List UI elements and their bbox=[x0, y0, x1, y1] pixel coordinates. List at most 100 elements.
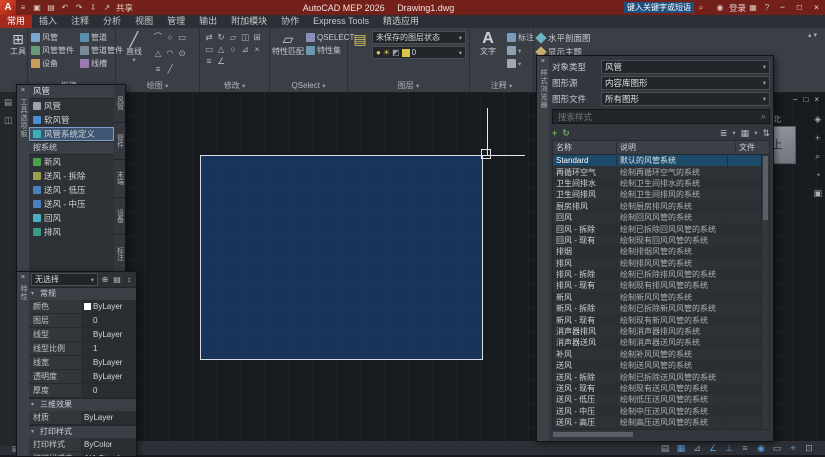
modify-tool-icon[interactable]: ∠ bbox=[215, 55, 227, 67]
system-tool-item[interactable]: 送风 - 拆除 bbox=[29, 169, 114, 183]
build-tool-button[interactable]: 设备 bbox=[31, 57, 74, 70]
回风 - 现有[interactable]: 回风 - 现有 绘制现有回风风管的系统 bbox=[553, 234, 761, 247]
by-system-section-header[interactable]: 按系统 bbox=[29, 141, 114, 155]
draw-tool-icon[interactable]: ⌒ bbox=[152, 31, 164, 43]
signin-label[interactable]: 登录 bbox=[729, 2, 746, 14]
modify-tool-icon[interactable]: ⊿ bbox=[239, 43, 251, 55]
save-icon[interactable]: ▣ bbox=[30, 0, 44, 15]
qselect-panel-label[interactable]: QSelect ▾ bbox=[270, 80, 347, 92]
open-icon[interactable]: ▤ bbox=[44, 0, 58, 15]
ribbon-tab[interactable]: 精选应用 bbox=[376, 15, 426, 28]
column-file[interactable]: 文件 bbox=[736, 142, 769, 153]
osnap-toggle-icon[interactable]: ⊥ bbox=[721, 443, 737, 454]
doc-minimize-button[interactable]: − bbox=[793, 95, 798, 104]
vertical-scrollbar[interactable] bbox=[761, 155, 769, 429]
system-tool-item[interactable]: 新风 bbox=[29, 155, 114, 169]
排烟[interactable]: 排烟 绘制排烟风管的系统 bbox=[553, 246, 761, 258]
redo-icon[interactable]: ↷ bbox=[72, 0, 86, 15]
ribbon-tab[interactable]: 注释 bbox=[64, 15, 96, 28]
drawing-source-dropdown[interactable]: 内容库图形 ▾ bbox=[601, 76, 770, 90]
modify-tool-icon[interactable]: ▭ bbox=[203, 43, 215, 55]
scrollbar-thumb[interactable] bbox=[763, 156, 768, 220]
plot-section-header[interactable]: 打印样式 bbox=[29, 425, 136, 438]
tool-palette-item[interactable]: 风管系统定义 bbox=[29, 127, 114, 141]
close-button[interactable]: × bbox=[808, 0, 825, 15]
general-section-header[interactable]: 常规 bbox=[29, 287, 136, 300]
property-row[interactable]: 图层 0 bbox=[29, 314, 136, 328]
draw-tool-icon[interactable]: △ bbox=[152, 47, 164, 59]
modify-tool-icon[interactable]: ↻ bbox=[215, 31, 227, 43]
新风[interactable]: 新风 绘制新风风管的系统 bbox=[553, 291, 761, 303]
app-menu-icon[interactable]: ≡ bbox=[16, 0, 30, 15]
close-icon[interactable]: × bbox=[21, 272, 25, 282]
送风 - 拆除[interactable]: 送风 - 拆除 绘制已拆除送风风管的系统 bbox=[553, 371, 761, 383]
showmotion-icon[interactable]: ▣ bbox=[813, 188, 822, 199]
zoom-icon[interactable]: ⌕ bbox=[815, 151, 820, 162]
palette-tab[interactable]: 设备 bbox=[114, 197, 125, 236]
leader-button[interactable]: ▾ bbox=[507, 44, 534, 57]
property-row[interactable]: 线宽 ByLayer bbox=[29, 356, 136, 370]
layer-thaw-icon[interactable]: ☀ bbox=[383, 48, 390, 57]
回风 - 拆除[interactable]: 回风 - 拆除 绘制已拆除回风风管的系统 bbox=[553, 223, 761, 235]
modify-tool-icon[interactable]: ◫ bbox=[239, 31, 251, 43]
user-icon[interactable]: ◉ bbox=[713, 0, 727, 15]
layer-on-icon[interactable]: ● bbox=[376, 48, 381, 57]
grid-toggle-icon[interactable]: ▦ bbox=[673, 443, 689, 454]
modify-panel-label[interactable]: 修改 ▾ bbox=[200, 80, 269, 92]
add-style-icon[interactable]: + bbox=[552, 128, 557, 138]
system-tool-item[interactable]: 送风 - 中压 bbox=[29, 197, 114, 211]
dynamic-input-icon[interactable]: ⌖ bbox=[785, 443, 801, 454]
property-row[interactable]: 材质 ByLayer bbox=[29, 411, 136, 425]
layer-lock-icon[interactable]: ◩ bbox=[392, 48, 400, 57]
layer-color-swatch[interactable] bbox=[401, 48, 410, 57]
ribbon-tab[interactable]: 输出 bbox=[192, 15, 224, 28]
送风 - 高压[interactable]: 送风 - 高压 绘制高压送风风管的系统 bbox=[553, 416, 761, 429]
palette-tab[interactable]: 末端 bbox=[114, 160, 125, 198]
pan-icon[interactable]: + bbox=[815, 133, 820, 143]
column-desc[interactable]: 说明 bbox=[617, 142, 736, 153]
property-row[interactable]: 打印样式 ByColor bbox=[29, 438, 136, 452]
tool-palette-item[interactable]: 软风管 bbox=[29, 113, 114, 127]
property-row[interactable]: 线型比例 1 bbox=[29, 342, 136, 356]
system-tool-item[interactable]: 回风 bbox=[29, 211, 114, 225]
ribbon-tab[interactable]: 插入 bbox=[32, 15, 64, 28]
scrollbar-thumb[interactable] bbox=[553, 432, 633, 437]
补风[interactable]: 补风 绘制补风风管的系统 bbox=[553, 348, 761, 361]
draw-panel-label[interactable]: 绘图 ▾ bbox=[116, 80, 199, 92]
autocad-logo-icon[interactable]: A bbox=[0, 0, 16, 15]
dimension-button[interactable]: 标注 bbox=[507, 31, 534, 44]
modify-tool-icon[interactable]: ⊞ bbox=[251, 31, 263, 43]
snap-toggle-icon[interactable]: ⊿ bbox=[689, 443, 705, 454]
draw-tool-icon[interactable]: ○ bbox=[164, 31, 176, 43]
property-row[interactable]: 打印样式表AIA Standa... bbox=[29, 452, 136, 456]
palette-tab[interactable]: 风管 bbox=[114, 85, 125, 123]
tracking-toggle-icon[interactable]: ◉ bbox=[753, 443, 769, 454]
再循环空气[interactable]: 再循环空气 绘制再循环空气的系统 bbox=[553, 166, 761, 178]
annotate-panel-label[interactable]: 注释 ▾ bbox=[470, 80, 533, 92]
ribbon-tab[interactable]: 管理 bbox=[160, 15, 192, 28]
draw-tool-icon[interactable]: ≡ bbox=[152, 63, 164, 75]
polar-toggle-icon[interactable]: ∠ bbox=[705, 443, 721, 454]
horizontal-section-button[interactable]: 水平剖面图 bbox=[535, 31, 711, 45]
tool-palette-item[interactable]: 风管 bbox=[29, 99, 114, 113]
draw-tool-icon[interactable]: ⊙ bbox=[176, 47, 188, 59]
help-search[interactable]: 键入关键字或短语 ⌕ bbox=[623, 0, 708, 15]
layer-state-dropdown[interactable]: 未保存的图层状态 ▾ bbox=[372, 31, 466, 44]
annotation-scale-icon[interactable]: ▭ bbox=[769, 443, 785, 454]
drawing-file-dropdown[interactable]: 所有图形 ▾ bbox=[601, 92, 770, 106]
ribbon-tab[interactable]: 视图 bbox=[128, 15, 160, 28]
style-search-input[interactable] bbox=[556, 110, 761, 123]
lineweight-toggle-icon[interactable]: ≡ bbox=[737, 443, 753, 454]
消声器排风[interactable]: 消声器排风 绘制消声器排风的系统 bbox=[553, 325, 761, 338]
column-name[interactable]: 名称 bbox=[553, 142, 617, 153]
modify-tool-icon[interactable]: ○ bbox=[227, 43, 239, 55]
steering-wheel-icon[interactable]: ◈ bbox=[814, 114, 821, 125]
match-properties-button[interactable]: ▱ 特性匹配 bbox=[272, 31, 304, 79]
system-tool-item[interactable]: 排风 bbox=[29, 225, 114, 239]
property-row[interactable]: 线型 ByLayer bbox=[29, 328, 136, 342]
orbit-icon[interactable]: ◔ bbox=[815, 170, 820, 180]
help-icon[interactable]: ? bbox=[760, 0, 774, 15]
卫生间排风[interactable]: 卫生间排风 绘制卫生间排风的系统 bbox=[553, 189, 761, 201]
新风 - 拆除[interactable]: 新风 - 拆除 绘制已拆除新风风管的系统 bbox=[553, 303, 761, 315]
selection-dropdown[interactable]: 无选择 ▾ bbox=[31, 273, 98, 286]
